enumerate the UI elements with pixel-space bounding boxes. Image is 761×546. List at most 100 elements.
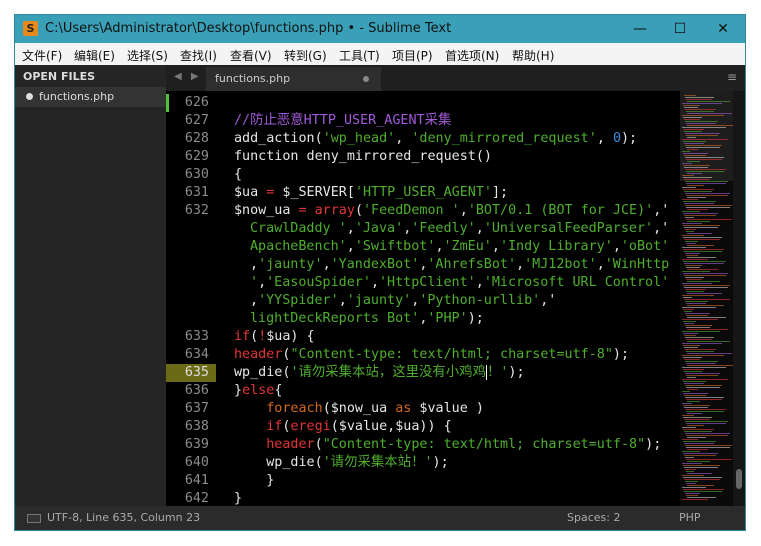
- tab-nav-arrows-icon[interactable]: ◀ ▶: [174, 71, 202, 82]
- menu-help[interactable]: 帮助(H): [512, 47, 554, 64]
- code-line[interactable]: 629 function deny_mirrored_request(): [166, 148, 680, 166]
- code-line[interactable]: 637 foreach($now_ua as $value ): [166, 400, 680, 418]
- minimap-line: [684, 227, 718, 228]
- code-line[interactable]: 642}: [166, 490, 680, 506]
- minimap-line: [684, 203, 714, 204]
- code-line[interactable]: 632 $now_ua = array('FeedDemon ','BOT/0.1…: [166, 202, 680, 220]
- minimap-line: [682, 151, 690, 152]
- vertical-scrollbar[interactable]: [733, 91, 745, 506]
- code-line[interactable]: 633 if(!$ua) {: [166, 328, 680, 346]
- code-line[interactable]: CrawlDaddy ','Java','Feedly','UniversalF…: [166, 220, 680, 238]
- scrollbar-thumb[interactable]: [736, 469, 742, 489]
- code-token: ,: [258, 275, 267, 290]
- code-text: wp_die('请勿采集本站，这里没有小鸡鸡！');: [234, 364, 525, 382]
- code-token: CrawlDaddy ': [250, 221, 347, 236]
- title-bar: S C:\Users\Administrator\Desktop\functio…: [15, 15, 745, 43]
- code-line[interactable]: 634 header("Content-type: text/html; char…: [166, 346, 680, 364]
- code-text: lightDeckReports Bot','PHP');: [250, 310, 484, 328]
- code-token: $value ): [411, 401, 484, 416]
- menu-preferences[interactable]: 首选项(N): [445, 47, 499, 64]
- code-line[interactable]: 630 {: [166, 166, 680, 184]
- minimap-line: [684, 335, 696, 336]
- menu-goto[interactable]: 转到(G): [284, 47, 327, 64]
- line-number: 639: [184, 437, 209, 452]
- minimap-line: [687, 293, 722, 294]
- minimap-line: [686, 435, 728, 436]
- minimap-line: [682, 283, 712, 284]
- code-line[interactable]: 640 wp_die('请勿采集本站！');: [166, 454, 680, 472]
- code-text: }: [234, 490, 242, 506]
- menu-project[interactable]: 项目(P): [392, 47, 433, 64]
- code-token: ,: [491, 239, 500, 254]
- minimap-line: [684, 215, 716, 216]
- code-line[interactable]: 639 header("Content-type: text/html; cha…: [166, 436, 680, 454]
- minimap-line: [686, 279, 702, 280]
- code-line[interactable]: 627 //防止恶意HTTP_USER_AGENT采集: [166, 112, 680, 130]
- tab-menu-icon[interactable]: ≡: [727, 70, 737, 84]
- minimap-line: [684, 419, 710, 420]
- code-line[interactable]: lightDeckReports Bot','PHP');: [166, 310, 680, 328]
- maximize-button[interactable]: ☐: [665, 18, 695, 40]
- minimap-line: [683, 393, 708, 394]
- code-token: 'Python-urllib': [419, 293, 541, 308]
- minimap-line: [686, 111, 714, 112]
- minimap-line: [683, 333, 698, 334]
- minimap-line: [682, 127, 726, 128]
- minimap-line: [682, 391, 690, 392]
- code-token: lightDeckReports Bot': [250, 311, 420, 326]
- code-line[interactable]: 628 add_action('wp_head', 'deny_mirrored_…: [166, 130, 680, 148]
- menu-selection[interactable]: 选择(S): [127, 47, 168, 64]
- code-line[interactable]: 641 }: [166, 472, 680, 490]
- code-line[interactable]: ,'jaunty','YandexBot','AhrefsBot','MJ12b…: [166, 256, 680, 274]
- code-token: ,: [395, 131, 412, 146]
- unsaved-dot-icon[interactable]: [363, 76, 369, 82]
- minimap-line: [682, 355, 724, 356]
- menu-tools[interactable]: 工具(T): [339, 47, 380, 64]
- tab-functions-php[interactable]: functions.php: [206, 67, 381, 91]
- minimize-button[interactable]: —: [625, 18, 655, 40]
- minimap-line: [682, 295, 714, 296]
- code-token: 'YYSpider': [258, 293, 339, 308]
- minimap-line: [687, 365, 733, 366]
- status-indentation[interactable]: Spaces: 2: [567, 511, 620, 524]
- code-editor[interactable]: 626 627 //防止恶意HTTP_USER_AGENT采集 628 add_acti…: [166, 91, 680, 506]
- minimap-line: [683, 177, 712, 178]
- minimap-line: [686, 363, 716, 364]
- menu-file[interactable]: 文件(F): [22, 47, 62, 64]
- minimap-line: [685, 493, 700, 494]
- minimap-line: [685, 121, 718, 122]
- minimap-line: [684, 275, 726, 276]
- code-token: 'FeedDemon ': [363, 203, 460, 218]
- menu-find[interactable]: 查找(I): [180, 47, 217, 64]
- menu-edit[interactable]: 编辑(E): [74, 47, 115, 64]
- code-line[interactable]: 638 if(eregi($value,$ua)) {: [166, 418, 680, 436]
- code-line[interactable]: 636}else{: [166, 382, 680, 400]
- code-line[interactable]: 631 $ua = $_SERVER['HTTP_USER_AGENT'];: [166, 184, 680, 202]
- minimap[interactable]: [680, 91, 733, 506]
- code-token: eregi: [290, 419, 331, 434]
- code-line[interactable]: 626: [166, 94, 680, 112]
- line-number: 632: [184, 203, 209, 218]
- status-syntax[interactable]: PHP: [679, 511, 701, 524]
- code-line[interactable]: 635 wp_die('请勿采集本站，这里没有小鸡鸡！');: [166, 364, 680, 382]
- minimap-line: [684, 479, 720, 480]
- menu-view[interactable]: 查看(V): [230, 47, 272, 64]
- minimap-line: [685, 277, 704, 278]
- minimap-line: [683, 357, 702, 358]
- sidebar-file-functions-php[interactable]: functions.php: [15, 87, 166, 107]
- minimap-line: [686, 339, 712, 340]
- code-token: 'Indy Library': [499, 239, 613, 254]
- status-bar: UTF-8, Line 635, Column 23 Spaces: 2 PHP: [15, 506, 745, 530]
- panel-toggle-icon[interactable]: [27, 514, 41, 523]
- code-line[interactable]: ApacheBench','Swiftbot','ZmEu','Indy Lib…: [166, 238, 680, 256]
- code-line[interactable]: ','EasouSpider','HttpClient','Microsoft …: [166, 274, 680, 292]
- code-token: {: [274, 383, 283, 398]
- minimap-line: [682, 115, 724, 116]
- code-text: foreach($now_ua as $value ): [234, 400, 484, 418]
- close-button[interactable]: ✕: [708, 18, 738, 40]
- minimap-line: [683, 201, 716, 202]
- minimap-line: [686, 147, 720, 148]
- code-line[interactable]: ,'YYSpider','jaunty','Python-urllib',': [166, 292, 680, 310]
- minimap-line: [686, 447, 730, 448]
- line-number: 633: [184, 329, 209, 344]
